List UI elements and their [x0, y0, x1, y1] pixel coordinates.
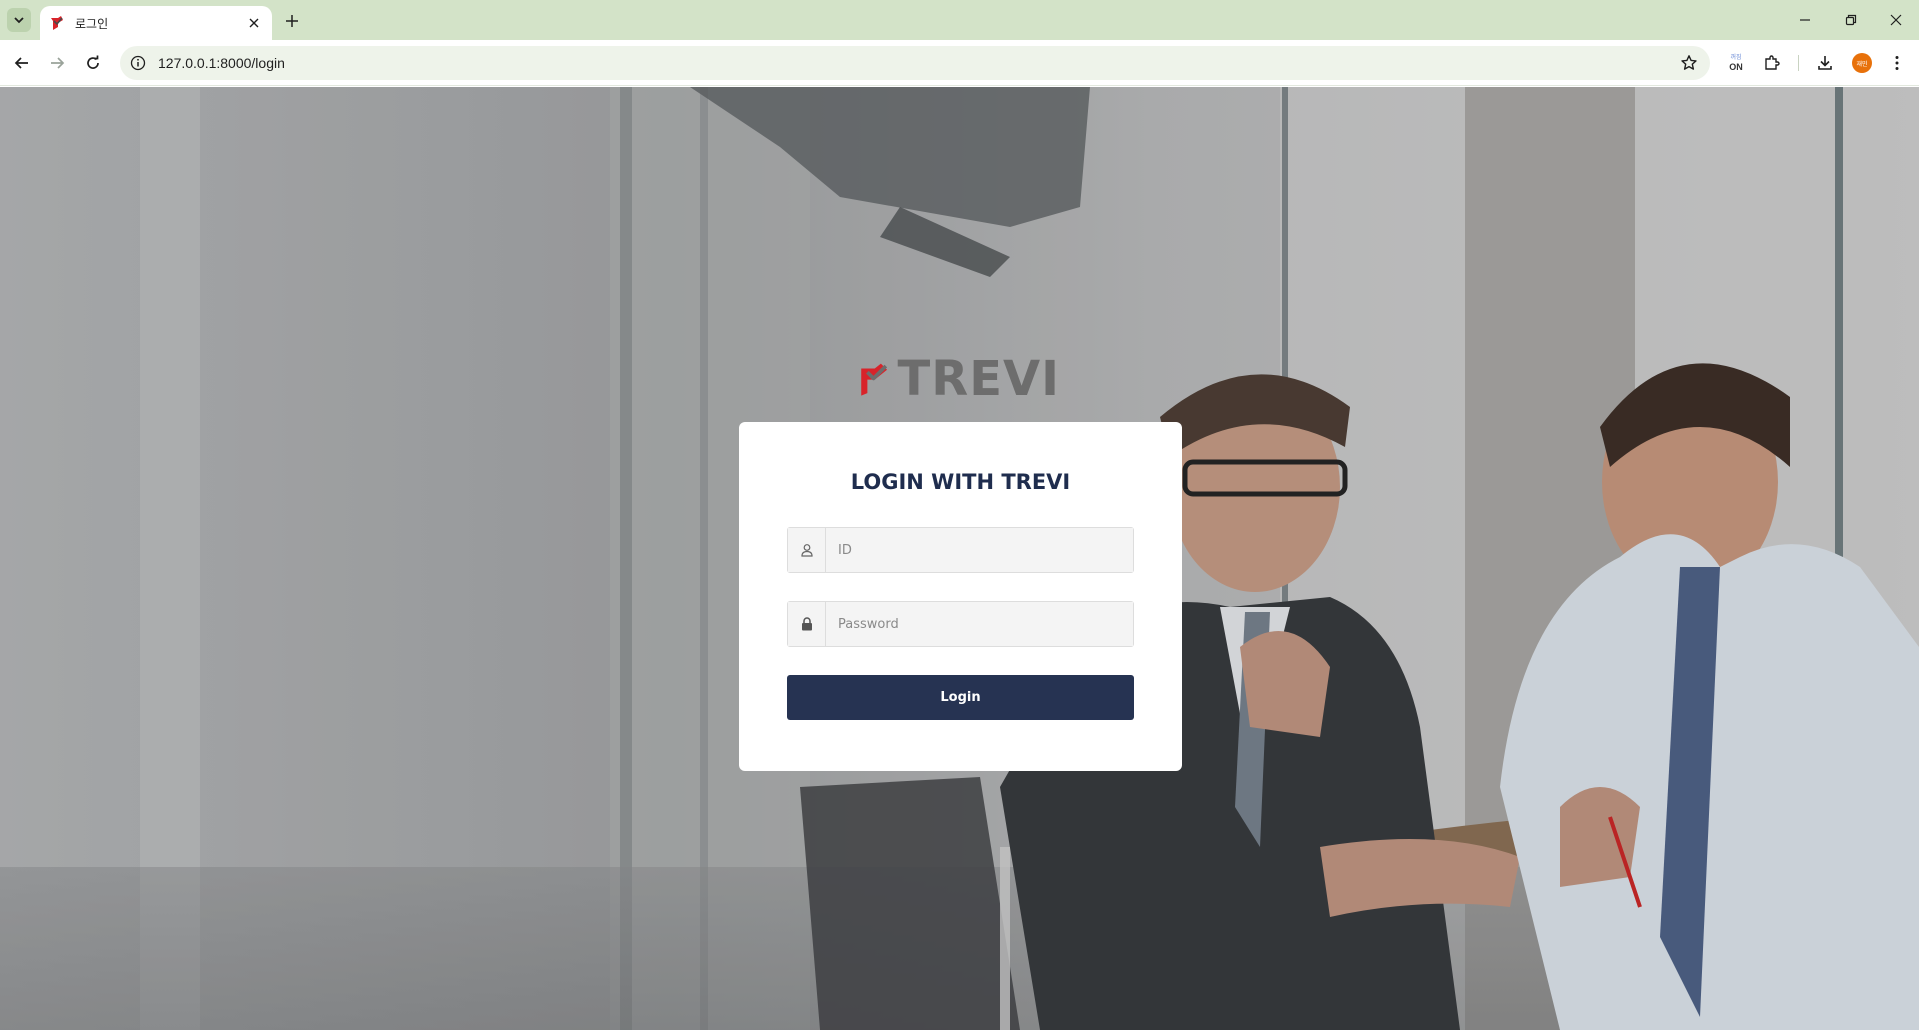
forward-button[interactable]: [43, 49, 71, 77]
plus-icon: [286, 15, 298, 27]
trevi-logo-icon: [861, 363, 888, 396]
reload-button[interactable]: [79, 49, 107, 77]
menu-button[interactable]: [1885, 51, 1909, 75]
user-icon: [788, 528, 826, 572]
login-button[interactable]: Login: [787, 675, 1134, 720]
password-input[interactable]: [826, 602, 1133, 646]
close-tab-icon[interactable]: [244, 13, 264, 33]
id-field: [787, 527, 1134, 573]
downloads-button[interactable]: [1813, 51, 1837, 75]
profile-button[interactable]: 재민: [1850, 51, 1874, 75]
bookmark-star-icon[interactable]: [1680, 54, 1698, 72]
trevi-logo: TREVI: [860, 351, 1060, 407]
tab-strip: 로그인: [0, 0, 1919, 40]
password-field: [787, 601, 1134, 647]
chevron-down-icon: [14, 17, 24, 24]
url-text[interactable]: 127.0.0.1:8000/login: [158, 46, 285, 80]
extensions-button[interactable]: [1760, 51, 1784, 75]
login-title: LOGIN WITH TREVI: [850, 470, 1071, 494]
restore-icon: [1845, 14, 1857, 26]
close-window-button[interactable]: [1873, 0, 1919, 40]
tab-search-button[interactable]: [7, 8, 31, 32]
arrow-left-icon: [14, 57, 28, 69]
id-input[interactable]: [826, 528, 1133, 572]
browser-toolbar: 127.0.0.1:8000/login 꺼짐 ON 재민: [0, 40, 1919, 86]
restore-button[interactable]: [1828, 0, 1874, 40]
logo-text: TREVI: [897, 351, 1060, 407]
browser-tab-active[interactable]: 로그인: [40, 6, 272, 40]
toolbar-separator: [1798, 55, 1799, 71]
download-icon: [1818, 56, 1832, 70]
address-bar[interactable]: 127.0.0.1:8000/login: [120, 46, 1710, 80]
back-button[interactable]: [8, 49, 36, 77]
extension-toggle-button[interactable]: 꺼짐 ON: [1724, 51, 1748, 75]
close-icon: [1890, 14, 1902, 26]
minimize-icon: [1800, 19, 1810, 21]
avatar: 재민: [1852, 53, 1872, 73]
login-card: LOGIN WITH TREVI Login: [739, 422, 1182, 771]
extension-on-badge: 꺼짐 ON: [1729, 55, 1743, 72]
trevi-favicon-icon: [51, 16, 63, 30]
tab-title: 로그인: [75, 16, 109, 31]
arrow-right-icon: [51, 57, 65, 69]
lock-icon: [788, 602, 826, 646]
more-vertical-icon: [1895, 56, 1899, 70]
puzzle-icon: [1765, 55, 1780, 70]
new-tab-button[interactable]: [280, 9, 304, 33]
minimize-button[interactable]: [1782, 0, 1828, 40]
reload-icon: [87, 55, 99, 69]
page-viewport: TREVI LOGIN WITH TREVI Login: [0, 87, 1919, 1030]
info-icon[interactable]: [130, 55, 146, 71]
